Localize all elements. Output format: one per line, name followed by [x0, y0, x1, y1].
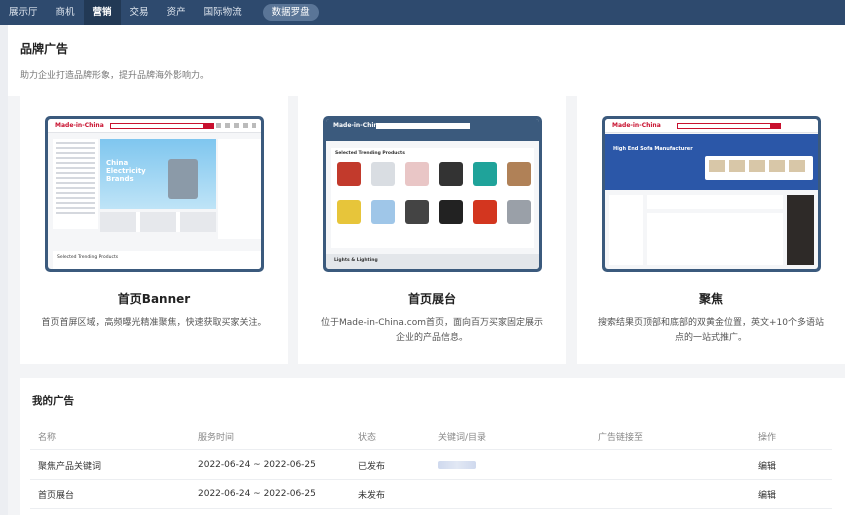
row-name: 聚焦产品关键词 [38, 461, 102, 472]
blurred-keyword [438, 461, 476, 469]
mini-banner-text: China Electricity Brands [106, 159, 146, 183]
product-thumb [371, 162, 395, 186]
nav-item-opportunities[interactable]: 商机 [47, 0, 84, 25]
row-name: 首页展台 [38, 490, 75, 501]
card-title: 首页展台 [407, 292, 456, 306]
col-name: 名称 [38, 433, 57, 443]
product-thumb [473, 200, 497, 224]
col-time: 服务时间 [198, 433, 235, 443]
brand-ad-header: 品牌广告 助力企业打造品牌形象，提升品牌海外影响力。 [8, 25, 845, 96]
left-sidebar-edge [0, 25, 8, 515]
product-thumb [507, 200, 531, 224]
row-keyword [438, 451, 476, 479]
edit-button[interactable]: 编辑 [758, 451, 776, 479]
row-status: 未发布 [358, 490, 386, 501]
nav-item-showroom[interactable]: 展示厅 [0, 0, 47, 25]
mini-logo: Made-in-China [612, 122, 661, 129]
product-thumb [439, 162, 463, 186]
nav-item-marketing[interactable]: 营销 [83, 0, 121, 25]
ad-card-homepage-banner[interactable]: Made-in-China China Electricity Brands S… [20, 96, 288, 364]
card-title: 首页Banner [117, 292, 191, 306]
row-time: 2022-06-24 ~ 2022-06-25 [198, 460, 316, 470]
preview-homepage-banner: Made-in-China China Electricity Brands S… [45, 116, 264, 272]
product-thumb [371, 200, 395, 224]
top-nav: 展示厅 商机 营销 交易 资产 国际物流 数据罗盘 [0, 0, 845, 25]
product-thumb [473, 162, 497, 186]
table-row: 首页展台 2022-06-24 ~ 2022-06-25 未发布 编辑 [30, 480, 832, 509]
product-thumb [405, 162, 429, 186]
product-thumb [507, 162, 531, 186]
col-link: 广告链接至 [598, 433, 644, 443]
card-description: 搜索结果页顶部和底部的双黄金位置，英文+10个多语站点的一站式推广。 [598, 318, 824, 343]
mini-banner-text: High End Sofa Manufacturer [613, 146, 693, 152]
nav-pill-data-compass[interactable]: 数据罗盘 [262, 4, 319, 21]
product-thumb [337, 200, 361, 224]
my-ads-title: 我的广告 [32, 395, 74, 407]
ad-card-focus[interactable]: Made-in-China High End Sofa Manufacturer… [577, 96, 845, 364]
row-status: 已发布 [358, 461, 386, 472]
edit-button[interactable]: 编辑 [758, 480, 776, 508]
transformer-icon [168, 159, 198, 199]
table-row: 聚焦产品关键词 2022-06-24 ~ 2022-06-25 已发布 编辑 [30, 451, 832, 480]
product-thumb [337, 162, 361, 186]
col-keyword: 关键词/目录 [438, 433, 487, 443]
col-operation: 操作 [758, 433, 777, 443]
my-ads-panel: 我的广告 名称 服务时间 状态 关键词/目录 广告链接至 操作 聚焦产品关键词 … [20, 378, 845, 515]
table-header: 名称 服务时间 状态 关键词/目录 广告链接至 操作 [30, 424, 832, 450]
product-thumb [405, 200, 429, 224]
nav-item-logistics[interactable]: 国际物流 [195, 0, 251, 25]
preview-focus: Made-in-China High End Sofa Manufacturer [602, 116, 821, 272]
ad-card-homepage-showcase[interactable]: Made-in-China Selected Trending Products [298, 96, 566, 364]
nav-item-assets[interactable]: 资产 [158, 0, 195, 25]
mini-category: Lights & Lighting [334, 258, 378, 263]
preview-homepage-showcase: Made-in-China Selected Trending Products [323, 116, 542, 272]
nav-item-trade[interactable]: 交易 [121, 0, 158, 25]
col-status: 状态 [358, 433, 377, 443]
mini-section-title: Selected Trending Products [57, 255, 119, 260]
row-time: 2022-06-24 ~ 2022-06-25 [198, 489, 316, 499]
card-title: 聚焦 [698, 292, 723, 306]
mini-logo: Made-in-China [55, 122, 104, 129]
page-subtitle: 助力企业打造品牌形象，提升品牌海外影响力。 [20, 71, 210, 81]
mini-section-title: Selected Trending Products [335, 151, 405, 156]
page-title: 品牌广告 [20, 42, 69, 56]
card-description: 首页首屏区域，高频曝光精准聚焦，快速获取买家关注。 [41, 318, 267, 328]
product-thumb [439, 200, 463, 224]
card-description: 位于Made-in-China.com首页，面向百万买家固定展示企业的产品信息。 [320, 318, 544, 343]
mini-logo: Made-in-China [333, 122, 382, 129]
